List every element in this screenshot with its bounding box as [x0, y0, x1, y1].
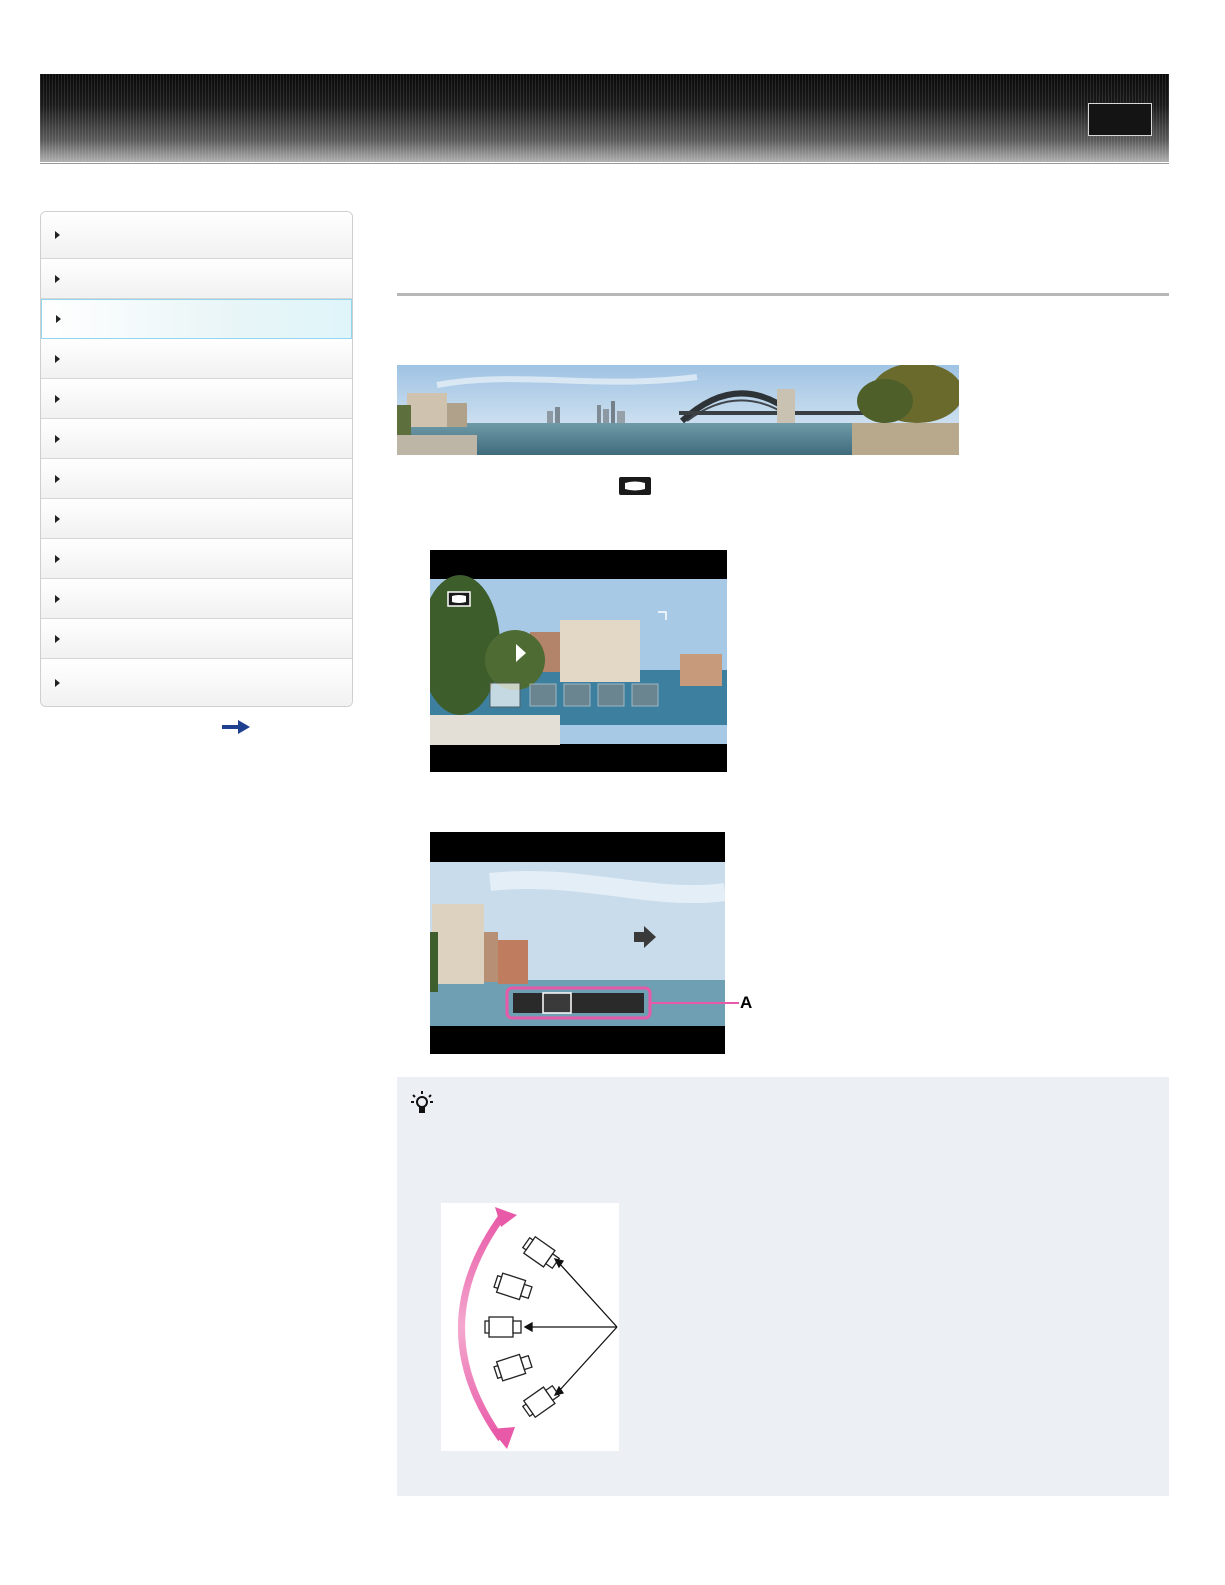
- lightbulb-icon: [411, 1091, 433, 1113]
- arrow-right-icon: [55, 354, 60, 363]
- arrow-right-icon: [55, 231, 60, 239]
- sidebar-item-8[interactable]: [41, 499, 352, 539]
- arrow-right-icon: [55, 554, 60, 563]
- arrow-right-icon: [55, 679, 60, 687]
- arrow-right-icon[interactable]: [222, 720, 250, 734]
- sidebar-item-1[interactable]: [41, 212, 352, 259]
- camera-screen-shooting: [430, 832, 725, 1054]
- camera-screen-start: [430, 550, 727, 772]
- arrow-right-icon: [55, 474, 60, 483]
- sidebar-item-12[interactable]: [41, 659, 352, 706]
- arrow-right-icon: [56, 315, 61, 323]
- arrow-right-icon: [55, 434, 60, 443]
- sidebar-item-10[interactable]: [41, 579, 352, 619]
- sidebar-item-2[interactable]: [41, 259, 352, 299]
- arrow-right-icon: [55, 594, 60, 603]
- sidebar-item-6[interactable]: [41, 419, 352, 459]
- header-button[interactable]: [1088, 103, 1152, 136]
- arrow-right-icon: [55, 514, 60, 523]
- header-banner: [40, 74, 1169, 162]
- arrow-right-icon: [55, 274, 60, 283]
- sidebar-item-5[interactable]: [41, 379, 352, 419]
- callout-label-a: A: [740, 993, 753, 1012]
- header-divider: [40, 163, 1169, 164]
- arrow-right-icon: [55, 634, 60, 643]
- sidebar-item-7[interactable]: [41, 459, 352, 499]
- callout-line: [725, 1002, 739, 1004]
- title-divider: [397, 293, 1169, 296]
- sidebar-item-3-active[interactable]: [41, 299, 352, 339]
- sidebar-item-9[interactable]: [41, 539, 352, 579]
- sidebar-item-4[interactable]: [41, 339, 352, 379]
- camera-sweep-diagram: [441, 1203, 619, 1451]
- sidebar-nav: [40, 211, 353, 707]
- hint-box: [397, 1077, 1169, 1496]
- arrow-right-icon: [55, 394, 60, 403]
- sweep-panorama-icon: [619, 477, 651, 495]
- panorama-image: [397, 365, 959, 455]
- sidebar-item-11[interactable]: [41, 619, 352, 659]
